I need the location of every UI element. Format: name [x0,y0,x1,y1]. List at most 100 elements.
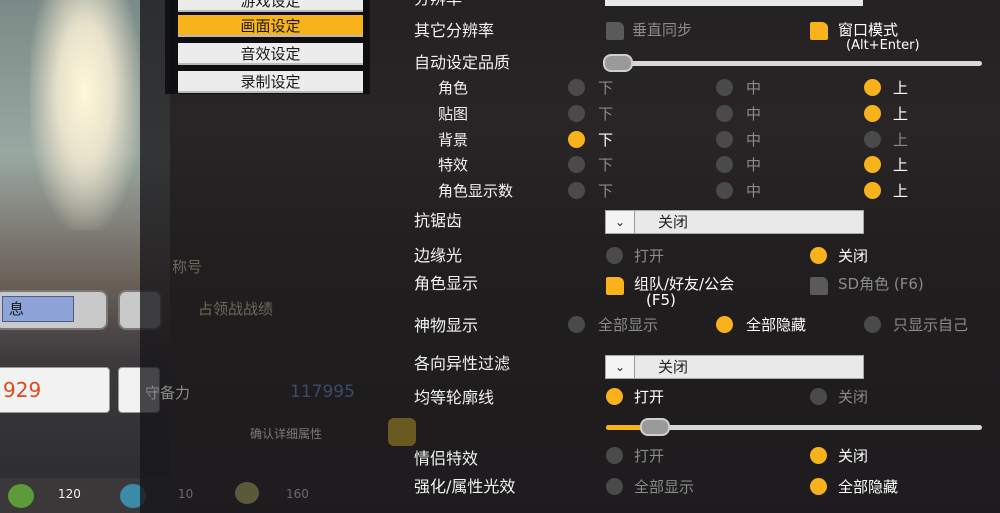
contour-on-label: 打开 [634,388,665,406]
effects-mid-radio[interactable] [716,156,733,173]
couple-fx-on-label: 打开 [634,447,665,465]
character-mid-radio[interactable] [716,79,733,96]
char-display-label: 角色显示 [414,274,479,293]
char-count-low-label: 下 [598,182,614,200]
party-friends-guild-hint: (F5) [646,291,676,309]
aniso-filter-label: 各向异性过滤 [414,354,511,373]
quality-texture-label: 贴图 [438,105,469,123]
auto-quality-slider-thumb[interactable] [603,54,633,72]
info-tab-label: 息 [2,296,74,322]
other-resolution-label: 其它分辨率 [414,21,495,40]
sd-character-checkbox[interactable] [810,277,828,295]
char-count-high-radio[interactable] [864,182,881,199]
quality-effects-label: 特效 [438,156,469,174]
character-high-label: 上 [893,79,909,97]
edge-light-label: 边缘光 [414,246,463,265]
contour-slider-fill [606,425,644,430]
resolution-label: 分辨率 [414,0,462,9]
edge-light-off-radio[interactable] [810,247,827,264]
window-mode-checkbox[interactable] [810,22,828,40]
contour-slider-thumb[interactable] [640,418,670,436]
texture-low-label: 下 [598,105,614,123]
background-low-radio[interactable] [568,131,585,148]
char-count-mid-label: 中 [746,182,762,200]
auto-quality-slider[interactable] [606,61,982,66]
artifact-self-only-radio[interactable] [864,316,881,333]
quality-character-label: 角色 [438,79,469,97]
edge-light-on-radio[interactable] [606,247,623,264]
menu-graphics-settings[interactable]: 画面设定 [178,15,363,37]
enhance-fx-show-all-radio[interactable] [606,478,623,495]
texture-high-label: 上 [893,105,909,123]
enhance-fx-show-all-label: 全部显示 [634,478,695,496]
count-160: 160 [286,487,309,501]
attack-value-box: 929 [0,367,110,413]
background-low-label: 下 [598,131,614,149]
background-mid-radio[interactable] [716,131,733,148]
attack-value: 929 [3,378,42,402]
quality-char-count-label: 角色显示数 [438,182,514,200]
enhance-fx-label: 强化/属性光效 [414,477,516,496]
character-low-label: 下 [598,79,614,97]
info-tab-button[interactable]: 息 [0,290,108,330]
artifact-hide-all-label: 全部隐藏 [746,316,807,334]
menu-record-settings[interactable]: 录制设定 [178,71,363,93]
texture-low-radio[interactable] [568,105,585,122]
contour-off-radio[interactable] [810,388,827,405]
enhance-fx-hide-all-radio[interactable] [810,478,827,495]
couple-fx-off-label: 关闭 [838,447,869,465]
artifact-display-label: 神物显示 [414,316,479,335]
background-high-label: 上 [893,131,909,149]
background-high-radio[interactable] [864,131,881,148]
party-friends-guild-checkbox[interactable] [606,277,624,295]
char-count-low-radio[interactable] [568,182,585,199]
artifact-self-only-label: 只显示自己 [893,316,969,334]
resolution-dropdown[interactable] [605,0,863,6]
anti-alias-value: 关闭 [658,213,689,231]
char-count-mid-radio[interactable] [716,182,733,199]
effects-low-label: 下 [598,156,614,174]
defense-label: 守备力 [145,384,191,402]
edge-light-off-label: 关闭 [838,247,869,265]
menu-game-settings[interactable]: 游戏设定 [178,0,363,12]
aniso-filter-dropdown[interactable]: ⌄ 关闭 [605,355,864,379]
count-120: 120 [58,487,81,501]
effects-high-label: 上 [893,156,909,174]
defense-value: 117995 [290,382,355,402]
window-mode-hint: (Alt+Enter) [846,38,920,53]
texture-high-radio[interactable] [864,105,881,122]
edge-light-on-label: 打开 [634,247,665,265]
menu-sound-settings[interactable]: 音效设定 [178,43,363,65]
enhance-fx-hide-all-label: 全部隐藏 [838,478,899,496]
quality-background-label: 背景 [438,131,469,149]
vsync-checkbox[interactable] [606,22,624,40]
anti-alias-label: 抗锯齿 [414,211,463,230]
effects-low-radio[interactable] [568,156,585,173]
sd-character-label: SD角色 (F6) [838,275,924,293]
background-mid-label: 中 [746,131,762,149]
effects-high-radio[interactable] [864,156,881,173]
anti-alias-dropdown[interactable]: ⌄ 关闭 [605,210,864,234]
auto-quality-label: 自动设定品质 [414,53,511,72]
effects-mid-label: 中 [746,156,762,174]
artifact-hide-all-radio[interactable] [716,316,733,333]
artifact-show-all-radio[interactable] [568,316,585,333]
contour-label: 均等轮廓线 [414,388,495,407]
chevron-down-icon: ⌄ [606,356,635,378]
couple-fx-on-radio[interactable] [606,447,623,464]
count-10: 10 [178,487,194,501]
contour-on-radio[interactable] [606,388,623,405]
character-mid-label: 中 [746,79,762,97]
character-low-radio[interactable] [568,79,585,96]
texture-mid-radio[interactable] [716,105,733,122]
title-label: 称号 [172,258,203,276]
character-sprite [30,0,140,230]
magnifier-icon[interactable] [388,418,416,446]
character-high-radio[interactable] [864,79,881,96]
couple-fx-off-radio[interactable] [810,447,827,464]
chevron-down-icon: ⌄ [606,211,635,233]
texture-mid-label: 中 [746,105,762,123]
battle-record-label: 占领战战绩 [198,300,274,318]
coin-icon [235,482,259,504]
contour-off-label: 关闭 [838,388,869,406]
